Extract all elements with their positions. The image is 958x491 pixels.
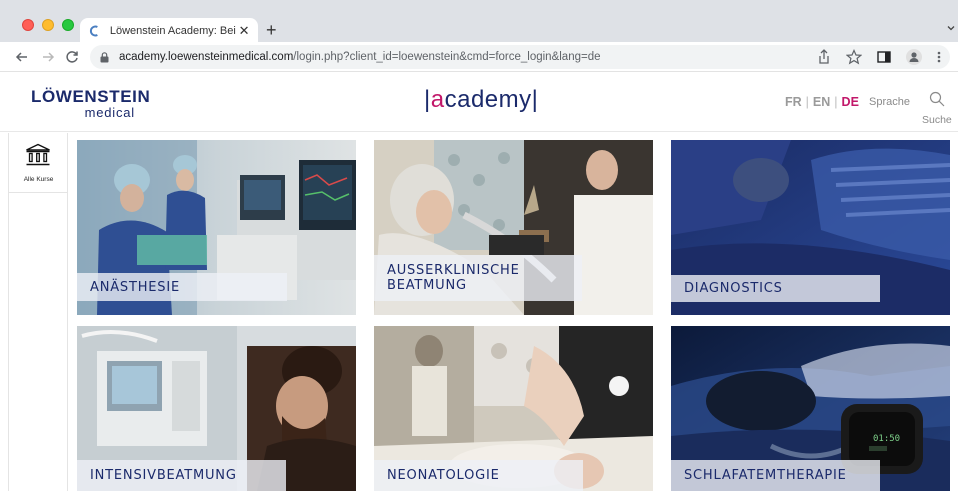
search-icon bbox=[929, 91, 945, 107]
academy-letter-a: a bbox=[430, 86, 445, 113]
academy-bar-left: | bbox=[424, 86, 431, 113]
sidebar: Alle Kurse bbox=[8, 133, 68, 491]
zoom-window-button[interactable] bbox=[62, 19, 74, 31]
lang-de[interactable]: DE bbox=[842, 95, 859, 109]
academy-bar-right: | bbox=[531, 86, 539, 113]
course-title: AUSSERKLINISCHE BEATMUNG bbox=[374, 255, 582, 301]
menu-icon[interactable] bbox=[936, 48, 942, 66]
course-title-line: AUSSERKLINISCHE bbox=[387, 263, 520, 278]
course-tile-anaesthesie[interactable]: ANÄSTHESIE bbox=[77, 140, 356, 315]
loewenstein-logo[interactable]: LÖWENSTEIN medical bbox=[31, 87, 151, 120]
sidebar-item-all-courses[interactable]: Alle Kurse bbox=[9, 133, 68, 193]
tab-search-icon[interactable] bbox=[946, 23, 956, 33]
share-icon[interactable] bbox=[816, 48, 832, 66]
profile-icon[interactable] bbox=[906, 49, 922, 65]
course-title: SCHLAFATEMTHERAPIE bbox=[671, 460, 880, 491]
favicon-icon bbox=[89, 25, 98, 37]
browser-tab[interactable]: Löwenstein Academy: Bei der A ✕ bbox=[80, 18, 258, 44]
window-controls bbox=[22, 19, 74, 31]
tab-close-icon[interactable]: ✕ bbox=[238, 23, 250, 39]
browser-window: Löwenstein Academy: Bei der A ✕ + academ… bbox=[0, 0, 958, 491]
language-switcher: FR | EN | DE bbox=[785, 95, 859, 109]
minimize-window-button[interactable] bbox=[42, 19, 54, 31]
sidepanel-icon[interactable] bbox=[876, 48, 892, 66]
address-bar[interactable]: academy.loewensteinmedical.com/login.php… bbox=[90, 45, 950, 69]
browser-toolbar: academy.loewensteinmedical.com/login.php… bbox=[0, 42, 958, 72]
device-display-text: 01:50 bbox=[873, 434, 900, 444]
search-label: Suche bbox=[922, 114, 952, 126]
lang-separator: | bbox=[834, 95, 838, 109]
reload-icon[interactable] bbox=[64, 49, 80, 65]
search-button[interactable]: Suche bbox=[920, 88, 956, 128]
address-bar-actions bbox=[816, 48, 942, 66]
sidebar-item-label: Alle Kurse bbox=[23, 176, 54, 183]
course-tile-schlafatemtherapie[interactable]: 01:50 SCHLAFATEMTHERAPIE bbox=[671, 326, 950, 491]
site-header: LÖWENSTEIN medical |academy| FR | EN | DE Sp… bbox=[0, 72, 958, 132]
course-title: INTENSIVBEATMUNG bbox=[77, 460, 286, 491]
course-tile-intensivbeatmung[interactable]: INTENSIVBEATMUNG bbox=[77, 326, 356, 491]
star-icon[interactable] bbox=[846, 48, 862, 66]
course-tile-diagnostics[interactable]: DIAGNOSTICS bbox=[671, 140, 950, 315]
new-tab-button[interactable]: + bbox=[266, 20, 277, 40]
institution-icon bbox=[26, 143, 50, 166]
lock-icon[interactable] bbox=[100, 51, 109, 63]
academy-logo[interactable]: |academy| bbox=[424, 86, 538, 114]
tab-title: Löwenstein Academy: Bei der A bbox=[109, 25, 238, 37]
forward-icon[interactable] bbox=[40, 49, 56, 65]
close-window-button[interactable] bbox=[22, 19, 34, 31]
course-title: DIAGNOSTICS bbox=[671, 275, 880, 302]
lang-separator: | bbox=[805, 95, 809, 109]
course-tile-neonatologie[interactable]: NEONATOLOGIE bbox=[374, 326, 653, 491]
course-title: NEONATOLOGIE bbox=[374, 460, 583, 491]
course-tile-ausserklinische-beatmung[interactable]: AUSSERKLINISCHE BEATMUNG bbox=[374, 140, 653, 315]
logo-sub-text: medical bbox=[84, 105, 135, 120]
back-icon[interactable] bbox=[14, 49, 30, 65]
academy-word: cademy bbox=[444, 86, 532, 113]
tab-strip: Löwenstein Academy: Bei der A ✕ + bbox=[0, 0, 958, 44]
lang-en[interactable]: EN bbox=[813, 95, 830, 109]
lang-fr[interactable]: FR bbox=[785, 95, 802, 109]
course-title: ANÄSTHESIE bbox=[77, 273, 287, 301]
logo-main-text: LÖWENSTEIN bbox=[31, 87, 151, 106]
url-path: /login.php?client_id=loewenstein&cmd=for… bbox=[293, 51, 601, 63]
url-host: academy.loewensteinmedical.com bbox=[119, 51, 294, 63]
course-title-line: BEATMUNG bbox=[387, 278, 467, 293]
language-label: Sprache bbox=[869, 96, 910, 108]
